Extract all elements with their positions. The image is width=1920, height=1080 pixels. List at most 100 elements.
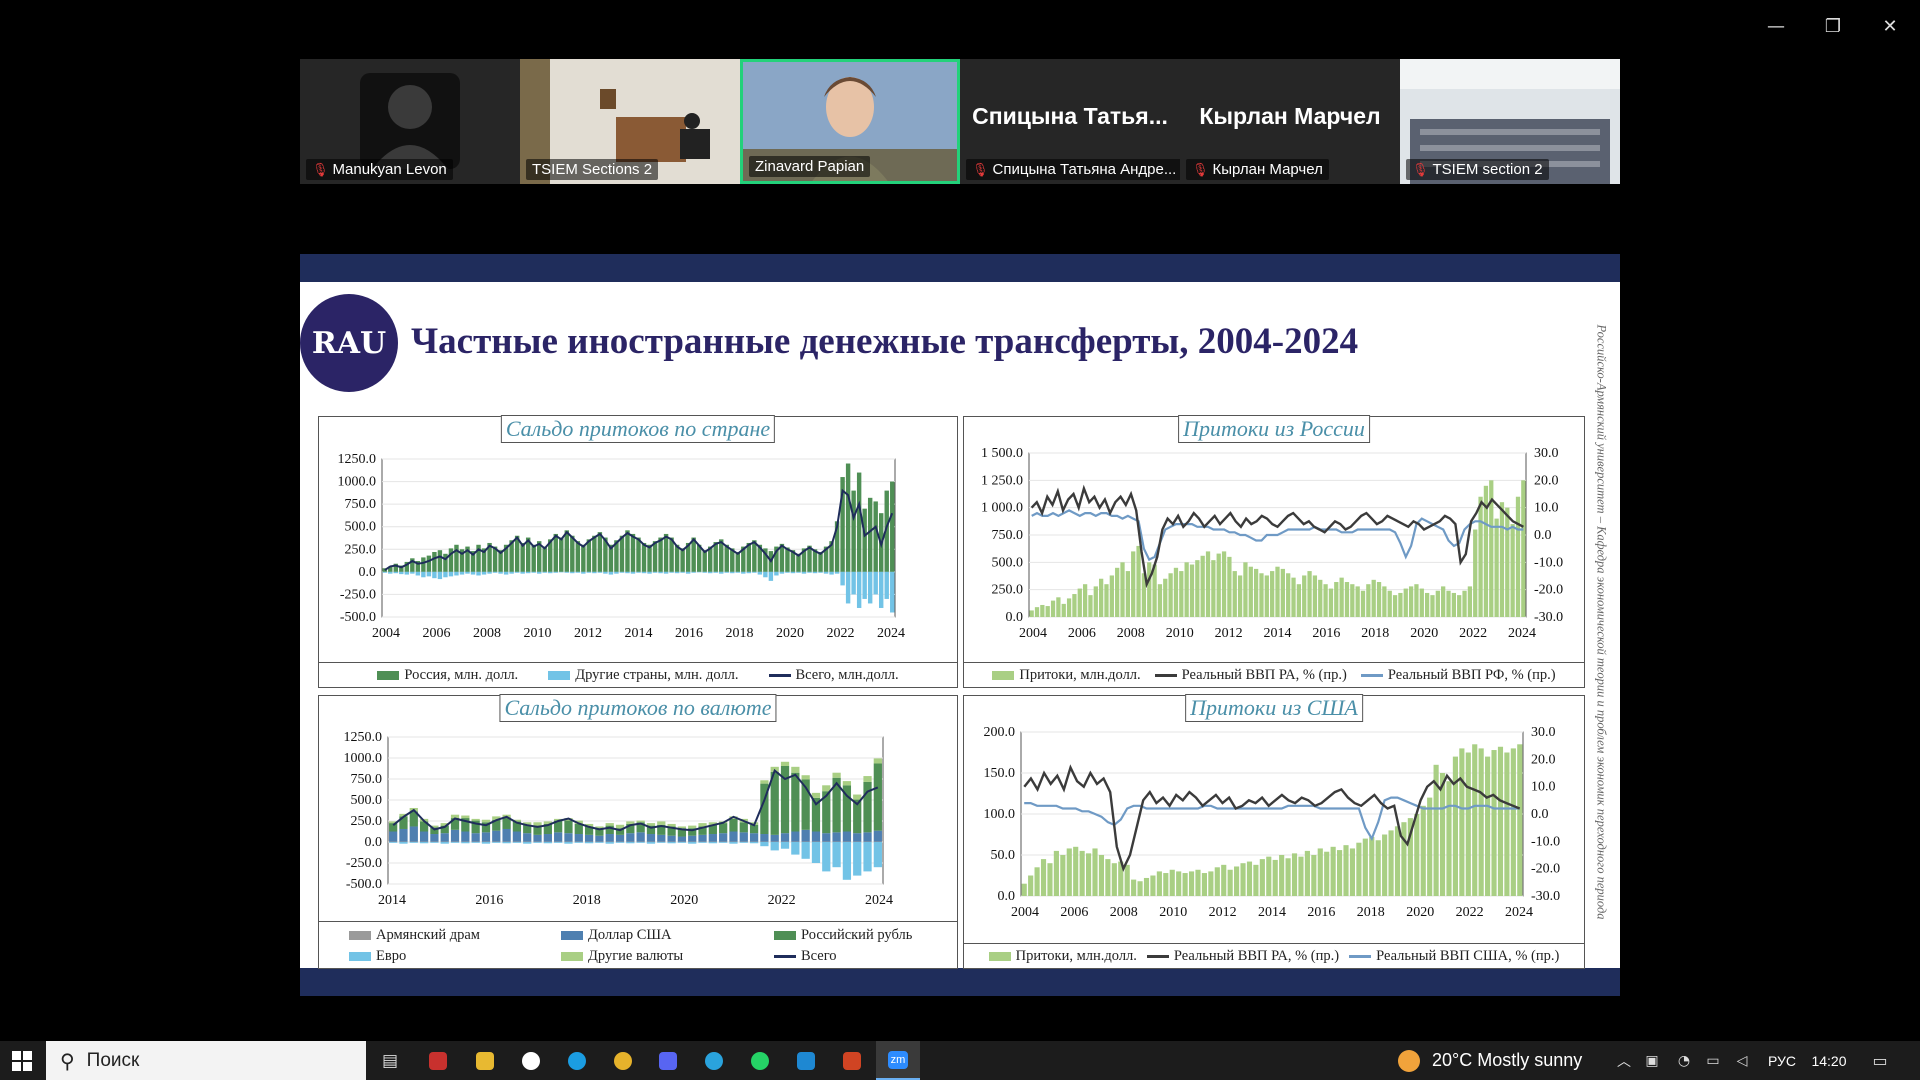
bar: [1478, 748, 1484, 896]
bar: [471, 818, 480, 821]
bar: [1143, 877, 1150, 896]
clock[interactable]: 14:20: [1804, 1041, 1854, 1080]
vscode-icon[interactable]: [797, 1052, 815, 1070]
bar: [450, 842, 460, 843]
y-tick-label: 0.0: [1006, 610, 1024, 625]
bar: [842, 831, 852, 842]
bar: [523, 842, 532, 844]
anydesk-icon[interactable]: [429, 1052, 447, 1070]
bar: [619, 535, 625, 572]
yandex-browser-icon[interactable]: [522, 1052, 540, 1070]
bar: [811, 831, 821, 842]
weather-sun-icon: [1398, 1049, 1420, 1072]
bar: [1452, 756, 1458, 896]
bar: [1317, 848, 1323, 896]
legend-swatch: [349, 931, 371, 940]
bar: [677, 836, 687, 842]
y-tick-label: 150.0: [984, 766, 1016, 781]
bar: [641, 571, 647, 574]
task-view-button[interactable]: ▤: [376, 1041, 404, 1080]
security-icon[interactable]: ▣: [1641, 1041, 1663, 1080]
bar: [708, 842, 717, 844]
bar: [1053, 850, 1059, 896]
wifi-icon[interactable]: ◔: [1673, 1041, 1695, 1080]
file-explorer-icon[interactable]: [476, 1052, 494, 1070]
y-tick-label: 500.0: [345, 520, 377, 535]
restore-button[interactable]: ❐: [1813, 14, 1853, 38]
x-tick-label: 2022: [1459, 626, 1487, 641]
bar: [432, 571, 437, 579]
bar: [873, 842, 882, 868]
bar: [698, 823, 707, 827]
bar: [768, 571, 774, 581]
bar: [1369, 836, 1375, 896]
bar: [1163, 578, 1168, 617]
bar: [450, 829, 460, 842]
bar: [1201, 873, 1207, 896]
participant-tile-kyrlan[interactable]: Кырлан Марчел 🎙 Кырлан Марчел: [1180, 59, 1400, 184]
bar: [586, 571, 592, 573]
bar: [1176, 871, 1182, 896]
legend-item: Реальный ВВП США, % (пр.): [1349, 948, 1559, 965]
telegram-icon[interactable]: [705, 1052, 723, 1070]
participant-tile-manukyan[interactable]: 🎙 Manukyan Levon: [300, 59, 520, 184]
powerpoint-icon[interactable]: [843, 1052, 861, 1070]
bar: [1387, 590, 1392, 617]
weather-widget[interactable]: 20°C Mostly sunny: [1398, 1041, 1598, 1080]
bar: [1029, 610, 1034, 617]
bar: [1457, 595, 1462, 617]
bar: [389, 831, 398, 842]
chrome-icon[interactable]: [614, 1052, 632, 1070]
bar: [667, 823, 676, 827]
bar: [605, 842, 614, 844]
bar: [1446, 590, 1451, 617]
start-button[interactable]: [0, 1041, 44, 1080]
participant-tile-zinavard[interactable]: Zinavard Papian: [740, 59, 960, 184]
muted-mic-icon: 🎙: [1412, 161, 1429, 177]
bar: [1420, 805, 1426, 896]
chart-from-usa: 200.0 150.0 100.0 50.0 0.0 30.0 20.0 10.0 0.0 -10…: [984, 725, 1561, 920]
bar: [1375, 840, 1381, 896]
edge-icon[interactable]: [568, 1052, 586, 1070]
search-icon: ⚲: [60, 1048, 75, 1073]
bar: [702, 571, 707, 573]
participant-tile-tsiem-section-2[interactable]: 🎙 TSIEM section 2: [1400, 59, 1620, 184]
bar: [1163, 873, 1169, 896]
bar: [626, 833, 635, 842]
bar: [1205, 551, 1211, 617]
y-tick-label: -500.0: [346, 877, 382, 892]
bar: [454, 571, 459, 576]
tray-chevron-icon[interactable]: ︿: [1614, 1041, 1634, 1080]
bar: [388, 571, 393, 574]
bar: [823, 571, 829, 574]
language-indicator[interactable]: РУС: [1762, 1041, 1802, 1080]
whatsapp-icon[interactable]: [751, 1052, 769, 1070]
discord-icon[interactable]: [659, 1052, 677, 1070]
bar: [1505, 507, 1510, 617]
zoom-taskbar-button[interactable]: zm: [876, 1041, 920, 1080]
bar: [520, 542, 525, 572]
close-button[interactable]: ✕: [1870, 14, 1910, 38]
y-tick-label: 250.0: [345, 542, 377, 557]
y-tick-label: 200.0: [984, 725, 1016, 740]
bar: [1318, 579, 1323, 617]
x-tick-label: 2014: [1264, 626, 1292, 641]
bar: [636, 842, 645, 843]
volume-icon[interactable]: ◁: [1731, 1041, 1753, 1080]
battery-icon[interactable]: ▭: [1702, 1041, 1724, 1080]
bar: [461, 831, 470, 842]
taskbar-search[interactable]: ⚲ Поиск: [46, 1041, 366, 1080]
bar: [437, 571, 443, 580]
bar: [729, 818, 738, 832]
bar: [646, 823, 656, 826]
bar: [1253, 864, 1259, 896]
minimize-button[interactable]: —: [1756, 14, 1796, 38]
x-tick-label: 2004: [1019, 626, 1047, 641]
bar: [698, 842, 707, 843]
notifications-icon[interactable]: ▭: [1868, 1041, 1892, 1080]
bar: [432, 551, 437, 572]
x-tick-label: 2022: [1456, 905, 1484, 920]
participant-tile-tsiem-sections-2[interactable]: TSIEM Sections 2: [520, 59, 740, 184]
bar: [531, 571, 536, 573]
participant-tile-spitsyna[interactable]: Спицына Татья... 🎙 Спицына Татьяна Андре.…: [960, 59, 1180, 184]
